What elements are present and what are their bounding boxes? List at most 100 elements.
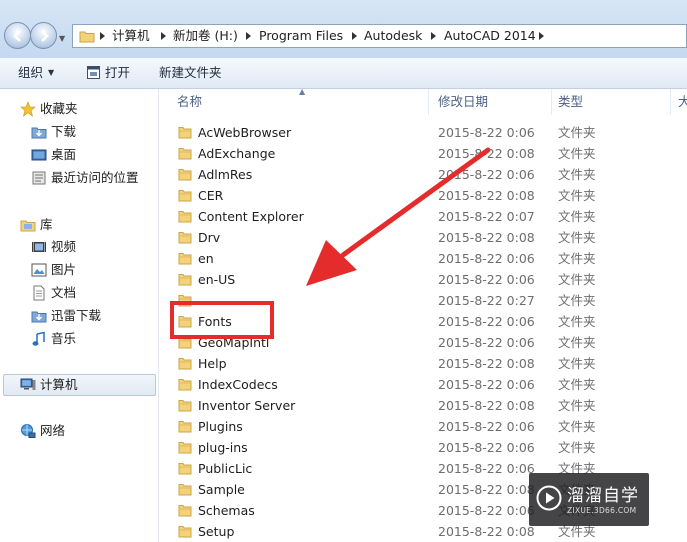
breadcrumb-drive[interactable]: 新加卷 (H:) [173, 28, 238, 44]
breadcrumb-separator-icon[interactable] [246, 32, 252, 40]
column-header-type[interactable]: 类型 [558, 89, 583, 115]
folder-icon [178, 253, 192, 265]
file-name[interactable]: Content Explorer [198, 208, 304, 225]
nav-item-label: 视频 [51, 239, 77, 254]
folder-icon [178, 442, 192, 454]
file-row[interactable]: Plugins 2015-8-22 0:06 文件夹 [159, 416, 687, 437]
file-modified-date: 2015-8-22 0:08 [438, 482, 535, 497]
breadcrumb-autodesk[interactable]: Autodesk [364, 28, 422, 44]
file-type: 文件夹 [558, 188, 596, 203]
file-row[interactable]: AdExchange 2015-8-22 0:08 文件夹 [159, 143, 687, 164]
file-name[interactable]: AdlmRes [198, 166, 252, 183]
back-arrow-icon [13, 30, 21, 42]
folder-icon [178, 421, 192, 433]
file-row[interactable]: en 2015-8-22 0:06 文件夹 [159, 248, 687, 269]
breadcrumb-separator-icon[interactable] [100, 32, 106, 40]
file-name[interactable]: Sample [198, 481, 245, 498]
new-folder-button[interactable]: 新建文件夹 [159, 65, 222, 81]
breadcrumb-program-files[interactable]: Program Files [259, 28, 343, 44]
watermark-url: ZIXUE.3D66.COM [567, 506, 637, 515]
file-modified-date: 2015-8-22 0:06 [438, 314, 535, 329]
file-modified-date: 2015-8-22 0:06 [438, 125, 535, 140]
file-row[interactable]: CER 2015-8-22 0:08 文件夹 [159, 185, 687, 206]
nav-item-label: 最近访问的位置 [51, 170, 139, 185]
file-name[interactable]: Setup [198, 523, 234, 540]
column-divider[interactable] [428, 89, 429, 115]
breadcrumb-separator-icon[interactable] [161, 32, 167, 40]
column-divider[interactable] [670, 89, 671, 115]
address-input[interactable]: 计算机 新加卷 (H:) Program Files Autodesk Auto… [72, 24, 687, 48]
folder-icon [178, 463, 192, 475]
nav-item-label: 音乐 [51, 331, 77, 346]
organize-dropdown-icon[interactable]: ▼ [48, 68, 54, 77]
computer-icon [20, 378, 36, 390]
nav-item-label: 迅雷下载 [51, 308, 102, 323]
file-name[interactable]: Inventor Server [198, 397, 295, 414]
file-type: 文件夹 [558, 377, 596, 392]
file-name[interactable]: Help [198, 355, 227, 372]
column-divider[interactable] [551, 89, 552, 115]
file-modified-date: 2015-8-22 0:06 [438, 440, 535, 455]
watermark-logo: 溜溜自学 ZIXUE.3D66.COM [529, 473, 649, 526]
breadcrumb-separator-icon[interactable] [431, 32, 437, 40]
file-name[interactable]: plug-ins [198, 439, 248, 456]
folder-icon [178, 400, 192, 412]
file-name[interactable]: AdExchange [198, 145, 275, 162]
file-modified-date: 2015-8-22 0:08 [438, 356, 535, 371]
recent-pages-dropdown-icon[interactable]: ▼ [59, 34, 65, 43]
folder-icon [178, 190, 192, 202]
file-type: 文件夹 [558, 251, 596, 266]
play-logo-icon [536, 485, 562, 511]
command-bar: 组织 ▼ 打开 新建文件夹 [0, 58, 687, 89]
file-row[interactable]: Help 2015-8-22 0:08 文件夹 [159, 353, 687, 374]
folder-icon [178, 526, 192, 538]
back-button[interactable] [4, 22, 31, 49]
file-row[interactable]: AcWebBrowser 2015-8-22 0:06 文件夹 [159, 122, 687, 143]
open-icon[interactable] [86, 65, 101, 80]
breadcrumb-separator-icon[interactable] [352, 32, 358, 40]
folder-icon [178, 484, 192, 496]
pictures-icon [31, 263, 47, 277]
sort-ascending-icon: ▲ [299, 89, 306, 96]
nav-network-label: 网络 [40, 423, 66, 438]
file-row[interactable]: en-US 2015-8-22 0:06 文件夹 [159, 269, 687, 290]
address-bar-region: ▼ 计算机 新加卷 (H:) Program Files Autodesk Au… [0, 0, 687, 58]
forward-arrow-icon [41, 30, 49, 42]
file-name[interactable]: en [198, 250, 214, 267]
file-row[interactable]: AdlmRes 2015-8-22 0:06 文件夹 [159, 164, 687, 185]
folder-icon [178, 274, 192, 286]
nav-computer-label: 计算机 [40, 377, 78, 392]
file-name[interactable]: Drv [198, 229, 220, 246]
thunder-download-folder-icon [31, 311, 47, 323]
file-type: 文件夹 [558, 293, 596, 308]
file-type: 文件夹 [558, 167, 596, 182]
column-header-name[interactable]: 名称 [177, 89, 202, 115]
breadcrumb-autocad-2014[interactable]: AutoCAD 2014 [444, 28, 536, 44]
file-name[interactable]: PublicLic [198, 460, 252, 477]
open-button[interactable]: 打开 [105, 65, 130, 81]
file-name[interactable]: Plugins [198, 418, 243, 435]
file-row[interactable]: plug-ins 2015-8-22 0:06 文件夹 [159, 437, 687, 458]
file-type: 文件夹 [558, 356, 596, 371]
file-row[interactable]: Content Explorer 2015-8-22 0:07 文件夹 [159, 206, 687, 227]
nav-libraries-label: 库 [40, 217, 53, 232]
file-modified-date: 2015-8-22 0:06 [438, 419, 535, 434]
folder-icon [178, 505, 192, 517]
file-name[interactable]: en-US [198, 271, 235, 288]
file-modified-date: 2015-8-22 0:06 [438, 377, 535, 392]
breadcrumb-separator-icon[interactable] [539, 32, 545, 40]
file-name[interactable]: AcWebBrowser [198, 124, 291, 141]
column-header-modified[interactable]: 修改日期 [438, 89, 488, 115]
file-name[interactable]: IndexCodecs [198, 376, 278, 393]
file-modified-date: 2015-8-22 0:08 [438, 230, 535, 245]
file-row[interactable]: Inventor Server 2015-8-22 0:08 文件夹 [159, 395, 687, 416]
file-name[interactable]: Schemas [198, 502, 255, 519]
column-header-size[interactable]: 大 [678, 89, 687, 115]
organize-button[interactable]: 组织 [18, 65, 43, 81]
folder-icon [178, 358, 192, 370]
file-row[interactable]: Drv 2015-8-22 0:08 文件夹 [159, 227, 687, 248]
forward-button[interactable] [30, 22, 57, 49]
file-row[interactable]: IndexCodecs 2015-8-22 0:06 文件夹 [159, 374, 687, 395]
breadcrumb-computer[interactable]: 计算机 [112, 28, 150, 44]
file-name[interactable]: CER [198, 187, 223, 204]
